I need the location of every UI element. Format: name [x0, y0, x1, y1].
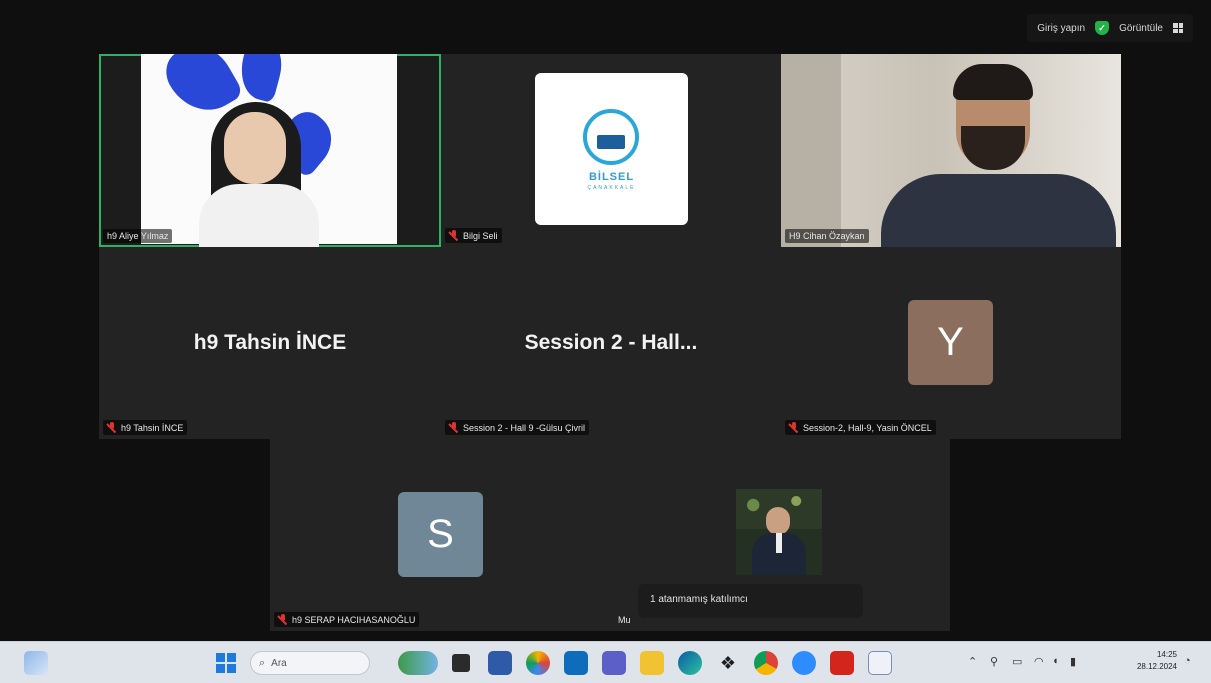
avatar: S — [398, 492, 483, 577]
windows-taskbar: ⌕ Ara ❖ ⌃ ⚲ ▭ ◠ ◖ ▮ 14:25 28.12.2024 ◔ — [0, 641, 1211, 683]
acrobat-icon[interactable] — [830, 651, 854, 675]
weather-widget-icon[interactable] — [24, 651, 48, 675]
file-explorer-icon[interactable] — [640, 651, 664, 675]
battery-icon[interactable]: ▮ — [1070, 655, 1076, 668]
video-tile-cihan[interactable]: H9 Cihan Özaykan — [781, 54, 1121, 247]
windows-start-icon[interactable] — [216, 653, 236, 673]
participant-name-label: Session 2 - Hall 9 -Gülsu Çivril — [445, 420, 590, 435]
task-view-icon[interactable] — [452, 654, 470, 672]
participant-name-label: Mu — [618, 615, 631, 625]
participant-name-label: Bilgi Seli — [445, 228, 502, 243]
participant-video — [141, 54, 397, 247]
volume-icon[interactable]: ◖ — [1052, 655, 1059, 667]
mic-muted-icon — [449, 230, 459, 241]
video-tile-bilgi-seli[interactable]: BİLSEL ÇANAKKALE Bilgi Seli — [441, 54, 781, 247]
participant-display-name: Session 2 - Hall... — [524, 331, 698, 354]
system-clock[interactable]: 14:25 28.12.2024 — [1137, 649, 1177, 673]
book-icon — [597, 135, 625, 149]
video-tile-session-2[interactable]: Session 2 - Hall... Session 2 - Hall 9 -… — [441, 247, 781, 439]
participant-display-name: h9 Tahsin İNCE — [193, 331, 347, 354]
display-icon[interactable]: ▭ — [1012, 655, 1022, 668]
participant-video — [736, 489, 822, 575]
participant-video — [781, 54, 1121, 247]
chrome-icon[interactable] — [754, 651, 778, 675]
chevron-up-icon[interactable]: ⌃ — [968, 655, 977, 668]
unassigned-participants-tooltip: 1 atanmamış katılımcı — [638, 584, 863, 618]
login-link[interactable]: Giriş yapın — [1037, 23, 1085, 34]
dropbox-icon[interactable]: ❖ — [716, 651, 740, 675]
teams-icon[interactable] — [602, 651, 626, 675]
outlook-icon[interactable] — [564, 651, 588, 675]
mic-muted-icon — [107, 422, 117, 433]
zoom-meeting-window: Giriş yapın ✓ Görüntüle h9 Aliye Yılmaz … — [0, 0, 1211, 683]
participant-name-label: h9 SERAP HACIHASANOĞLU — [274, 612, 420, 627]
mic-muted-icon — [789, 422, 799, 433]
participant-name-label: h9 Aliye Yılmaz — [103, 229, 173, 243]
video-tile-serap[interactable]: S h9 SERAP HACIHASANOĞLU — [270, 439, 610, 631]
folder-icon[interactable] — [488, 651, 512, 675]
bilsel-logo: BİLSEL ÇANAKKALE — [535, 73, 688, 225]
participant-name-label: H9 Cihan Özaykan — [785, 229, 869, 243]
zoom-icon[interactable] — [792, 651, 816, 675]
view-button[interactable]: Görüntüle — [1119, 23, 1163, 34]
document-app-icon[interactable] — [868, 651, 892, 675]
participant-name-label: Session-2, Hall-9, Yasin ÖNCEL — [785, 420, 936, 435]
shield-check-icon[interactable]: ✓ — [1095, 21, 1110, 35]
meeting-top-bar: Giriş yapın ✓ Görüntüle — [1027, 14, 1193, 42]
landscape-widget-icon[interactable] — [398, 651, 438, 675]
notification-bell-icon[interactable]: ◔ — [1184, 655, 1191, 667]
network-app-icon[interactable]: ⚲ — [990, 655, 998, 668]
wifi-icon[interactable]: ◠ — [1034, 655, 1044, 668]
edge-browser-icon[interactable] — [678, 651, 702, 675]
taskbar-search[interactable]: ⌕ Ara — [250, 651, 370, 675]
search-icon: ⌕ — [259, 656, 266, 669]
avatar: Y — [908, 300, 993, 385]
mic-muted-icon — [449, 422, 459, 433]
mic-muted-icon — [278, 614, 288, 625]
grid-view-icon[interactable] — [1173, 23, 1183, 33]
participant-name-label: h9 Tahsin İNCE — [103, 420, 188, 435]
video-tile-aliye[interactable]: h9 Aliye Yılmaz — [99, 54, 441, 247]
copilot-icon[interactable] — [526, 651, 550, 675]
video-tile-tahsin[interactable]: h9 Tahsin İNCE h9 Tahsin İNCE — [99, 247, 441, 439]
video-tile-yasin[interactable]: Y Session-2, Hall-9, Yasin ÖNCEL — [781, 247, 1121, 439]
